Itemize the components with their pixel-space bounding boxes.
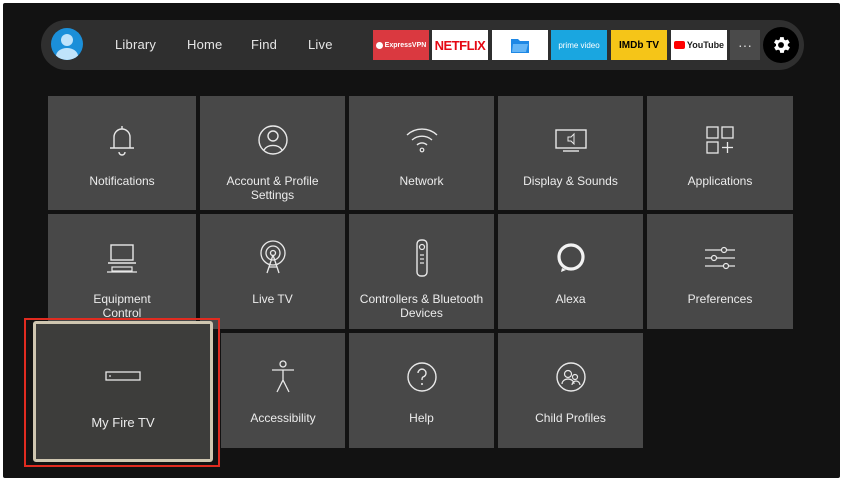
app-youtube[interactable]: YouTube [671,30,727,60]
child-profiles-icon [555,362,586,392]
profile-avatar[interactable] [51,28,83,60]
tile-label: Notifications [89,174,155,188]
tile-label: Controllers & Bluetooth Devices [359,292,484,320]
antenna-icon [259,240,286,274]
tile-label: Child Profiles [535,411,606,425]
youtube-play-icon [673,41,685,49]
app-netflix[interactable]: NETFLIX [432,30,488,60]
app-expressvpn[interactable]: ExpressVPN [373,30,429,60]
tile-applications[interactable]: Applications [647,96,793,210]
gear-icon [774,37,790,53]
tile-alexa[interactable]: Alexa [498,214,643,329]
more-apps-label: ··· [738,37,752,53]
nav-library[interactable]: Library [115,37,156,52]
selection-highlight-box [24,318,220,467]
tile-label: Help [409,411,434,425]
tile-equipment-control[interactable]: Equipment Control [48,214,196,329]
avatar-head [61,34,73,46]
tile-account-profile-settings[interactable]: Account & Profile Settings [200,96,345,210]
more-apps-button[interactable]: ··· [730,30,760,60]
settings-button[interactable] [763,27,799,63]
tile-help[interactable]: Help [349,333,494,448]
app-imdb-tv[interactable]: IMDb TV [611,30,667,60]
app-netflix-label: NETFLIX [434,37,486,53]
tile-display-sounds[interactable]: Display & Sounds [498,96,643,210]
tile-network[interactable]: Network [349,96,494,210]
bell-icon [110,126,134,156]
remote-icon [415,239,428,277]
sliders-icon [705,246,735,270]
nav-home[interactable]: Home [187,37,222,52]
tile-label: Display & Sounds [523,174,618,188]
tile-label: Network [399,174,444,188]
tv-equipment-icon [107,244,137,273]
nav-find[interactable]: Find [251,37,277,52]
accessibility-icon [272,360,294,393]
tile-live-tv[interactable]: Live TV [200,214,345,329]
tile-label: Accessibility [250,411,316,425]
tile-label: Equipment Control [93,292,151,320]
alexa-icon [556,243,585,272]
tile-controllers-bluetooth-devices[interactable]: Controllers & Bluetooth Devices [349,214,494,329]
tile-preferences[interactable]: Preferences [647,214,793,329]
tile-label: Account & Profile Settings [226,174,319,202]
app-prime-video[interactable]: prime video [551,30,607,60]
file-explorer-icon [511,39,529,53]
app-expressvpn-label: ExpressVPN [384,41,427,49]
tile-label: Live TV [252,292,293,306]
wifi-icon [406,128,437,153]
tile-label: Applications [687,174,753,188]
profile-icon [257,125,288,155]
app-imdb-tv-label: IMDb TV [619,39,659,51]
help-icon [406,362,437,392]
tile-child-profiles[interactable]: Child Profiles [498,333,643,448]
tile-accessibility[interactable]: Accessibility [221,333,345,448]
nav-live[interactable]: Live [308,37,333,52]
tile-label: Alexa [555,292,586,306]
fire-tv-screen: Library Home Find Live ExpressVPN NETFLI… [3,3,840,478]
tile-notifications[interactable]: Notifications [48,96,196,210]
top-navigation-bar: Library Home Find Live ExpressVPN NETFLI… [41,20,804,70]
app-prime-video-label: prime video [558,40,600,50]
app-youtube-label: YouTube [686,40,725,50]
expressvpn-logo-icon [375,41,383,49]
display-icon [554,129,587,152]
avatar-body [56,48,78,60]
apps-grid-icon [706,126,734,154]
tile-label: Preferences [687,292,753,306]
app-file-explorer[interactable] [492,30,548,60]
